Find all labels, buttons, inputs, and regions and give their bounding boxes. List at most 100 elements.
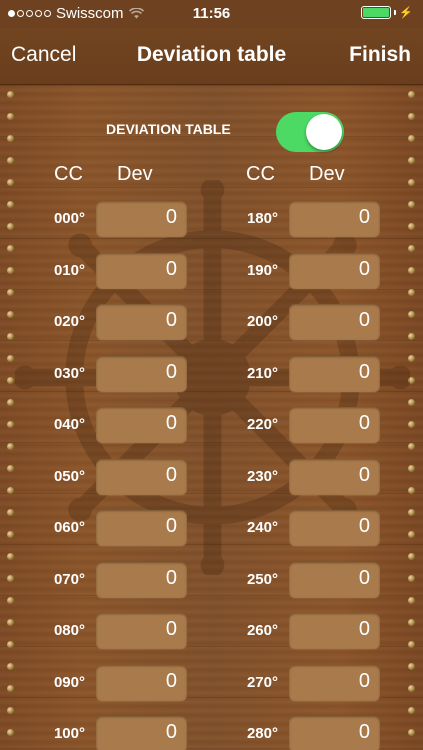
course-label: 270°: [246, 673, 278, 691]
rivet: [7, 333, 14, 340]
deviation-input[interactable]: 0: [289, 458, 380, 495]
deviation-input[interactable]: 0: [289, 304, 380, 340]
course-label: 240°: [246, 519, 278, 536]
rivet: [408, 729, 415, 736]
rivet: [7, 685, 14, 692]
rivet: [7, 421, 14, 428]
course-label: 280°: [246, 725, 278, 742]
rivet: [408, 641, 415, 648]
right-cc-header: CC: [246, 163, 275, 185]
rivet: [408, 619, 415, 626]
rivet: [408, 135, 415, 142]
rivet: [7, 399, 14, 406]
course-label: 220°: [246, 416, 278, 433]
deviation-input[interactable]: 0: [96, 613, 187, 649]
rivet: [408, 575, 415, 582]
rivet: [7, 311, 14, 318]
course-label: 030°: [53, 364, 85, 382]
rivet: [408, 685, 415, 692]
course-label: 190°: [246, 261, 278, 279]
course-label: 010°: [53, 261, 85, 279]
rivet: [7, 619, 14, 626]
right-dev-header: Dev: [309, 163, 345, 185]
left-cc-header: CC: [54, 163, 83, 185]
left-dev-header: Dev: [117, 163, 153, 185]
course-label: 260°: [246, 622, 278, 639]
course-label: 180°: [246, 210, 278, 227]
deviation-input[interactable]: 0: [289, 252, 380, 289]
course-label: 210°: [246, 364, 278, 382]
course-label: 100°: [53, 725, 85, 742]
deviation-input[interactable]: 0: [289, 561, 380, 598]
rivet: [7, 531, 14, 538]
rivet: [7, 223, 14, 230]
deviation-table-toggle[interactable]: [276, 112, 344, 152]
deviation-input[interactable]: 0: [289, 355, 380, 392]
course-label: 250°: [246, 570, 278, 588]
course-label: 230°: [246, 467, 278, 485]
rivet: [408, 663, 415, 670]
bolt-icon: ⚡: [399, 7, 413, 19]
course-label: 000°: [53, 210, 85, 227]
course-label: 040°: [53, 416, 85, 433]
navigation-bar: Cancel Deviation table Finish: [0, 28, 423, 85]
rivet: [7, 289, 14, 296]
cancel-button[interactable]: Cancel: [11, 43, 76, 67]
deviation-board: DEVIATION TABLE CC Dev CC Dev 000° 0 180° 0…: [0, 85, 423, 750]
battery-tip: [394, 10, 397, 15]
deviation-input[interactable]: 0: [96, 407, 187, 443]
rivet: [408, 91, 415, 98]
rivet: [7, 575, 14, 582]
battery-icon: [361, 6, 392, 19]
deviation-input[interactable]: 0: [96, 561, 187, 598]
deviation-input[interactable]: 0: [289, 510, 380, 546]
rivet: [7, 267, 14, 274]
course-label: 200°: [246, 313, 278, 330]
rivet: [408, 597, 415, 604]
clock: 11:56: [192, 5, 231, 22]
rivet: [7, 663, 14, 670]
rivet: [408, 707, 415, 714]
course-label: 050°: [53, 467, 85, 485]
rivet: [7, 465, 14, 472]
course-label: 060°: [53, 519, 85, 536]
toggle-knob: [306, 114, 342, 150]
status-bar: Swisscom 11:56 ⚡: [0, 0, 423, 28]
deviation-input[interactable]: 0: [289, 664, 380, 701]
deviation-input[interactable]: 0: [289, 407, 380, 443]
rivet: [7, 487, 14, 494]
rivet: [7, 201, 14, 208]
rivet: [7, 597, 14, 604]
rivet: [7, 641, 14, 648]
deviation-input[interactable]: 0: [96, 355, 187, 392]
rivet: [7, 113, 14, 120]
status-right: ⚡: [361, 6, 413, 19]
finish-button[interactable]: Finish: [349, 43, 411, 67]
rivet: [7, 443, 14, 450]
deviation-input[interactable]: 0: [96, 304, 187, 340]
deviation-input[interactable]: 0: [96, 201, 187, 237]
course-label: 020°: [53, 313, 85, 330]
rivet: [7, 245, 14, 252]
course-label: 070°: [53, 570, 85, 588]
course-label: 080°: [53, 622, 85, 639]
rivet: [7, 729, 14, 736]
rivet: [7, 157, 14, 164]
rivet: [7, 707, 14, 714]
rivet: [7, 179, 14, 186]
deviation-input[interactable]: 0: [96, 458, 187, 495]
rivet: [7, 355, 14, 362]
deviation-input[interactable]: 0: [289, 716, 380, 750]
deviation-input[interactable]: 0: [289, 201, 380, 237]
course-label: 090°: [53, 673, 85, 691]
deviation-input[interactable]: 0: [96, 716, 187, 750]
rivet: [7, 553, 14, 560]
rivet: [7, 91, 14, 98]
rivet: [408, 113, 415, 120]
deviation-input[interactable]: 0: [96, 664, 187, 701]
deviation-input[interactable]: 0: [96, 510, 187, 546]
deviation-input[interactable]: 0: [96, 252, 187, 289]
rivet: [7, 509, 14, 516]
rivet: [408, 157, 415, 164]
deviation-input[interactable]: 0: [289, 613, 380, 649]
